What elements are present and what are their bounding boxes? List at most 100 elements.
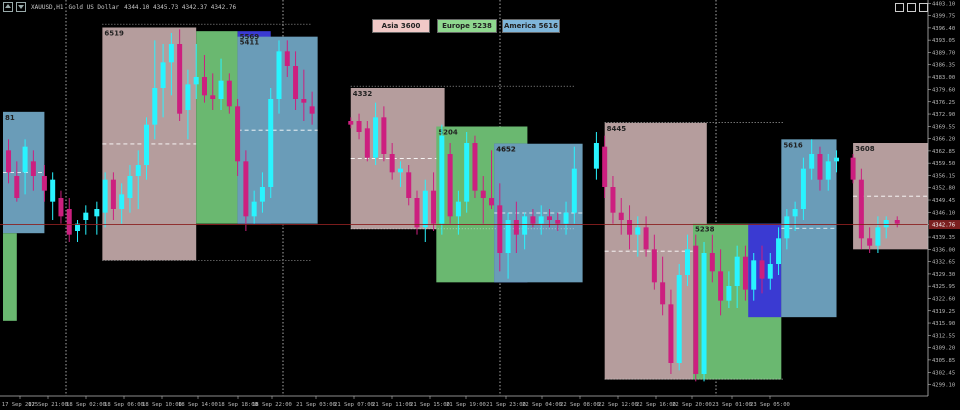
bull-candle [726, 286, 732, 301]
bear-candle [41, 176, 47, 191]
bull-candle [883, 220, 889, 228]
price-tick-label: 4315.90 [932, 321, 955, 327]
price-tick-label: 4305.85 [932, 358, 955, 364]
price-tick-label: 4393.05 [932, 38, 955, 44]
bull-candle [684, 249, 690, 275]
bear-candle [530, 216, 536, 224]
bull-candle [800, 168, 806, 209]
bear-candle [58, 198, 64, 217]
time-tick-label: 21 Sep 07:00 [334, 402, 374, 408]
america-session-button[interactable]: America 5616 [502, 19, 560, 33]
time-tick-label: 22 Sep 12:00 [598, 402, 638, 408]
time-tick-label: 18 Sep 22:00 [252, 402, 292, 408]
price-tick-label: 4346.10 [932, 210, 955, 216]
time-tick-label: 22 Sep 16:00 [636, 402, 676, 408]
price-tick-label: 4359.50 [932, 161, 955, 167]
bull-candle [825, 161, 831, 180]
price-tick-label: 4312.55 [932, 333, 955, 339]
bear-candle [489, 198, 495, 206]
price-tick-label: 4383.00 [932, 75, 955, 81]
price-tick-label: 4325.95 [932, 284, 955, 290]
bull-candle [127, 176, 133, 198]
bull-candle [218, 80, 224, 99]
time-tick-label: 23 Sep 05:00 [750, 402, 790, 408]
time-tick-label: 18 Sep 14:00 [178, 402, 218, 408]
minimize-icon[interactable] [895, 3, 904, 12]
bull-candle [809, 154, 815, 169]
price-tick-label: 4309.20 [932, 346, 955, 352]
bear-candle [817, 154, 823, 180]
bear-candle [610, 187, 616, 213]
current-price-label: 4342.76 [932, 223, 955, 229]
time-tick-label: 17 Sep 21:00 [28, 402, 68, 408]
bear-candle [6, 150, 12, 173]
bear-candle [718, 271, 724, 301]
scroll-down-icon[interactable] [16, 2, 26, 12]
time-tick-label: 18 Sep 02:00 [66, 402, 106, 408]
bull-candle [160, 62, 166, 88]
bear-candle [602, 146, 608, 187]
bull-candle [464, 143, 470, 202]
bear-candle [110, 179, 116, 209]
bear-candle [651, 249, 657, 283]
bear-candle [364, 128, 370, 158]
close-icon[interactable] [919, 3, 928, 12]
asia-session-button[interactable]: Asia 3600 [372, 19, 430, 33]
bull-candle [751, 260, 757, 290]
bull-candle [144, 124, 150, 165]
chart-header: XAUUSD,H1 Gold US Dollar 4344.10 4345.73… [0, 0, 236, 14]
bear-candle [497, 205, 503, 253]
bull-candle [792, 209, 798, 217]
bear-candle [226, 80, 232, 107]
bull-candle [635, 227, 641, 235]
america-range-label: 4652 [496, 146, 516, 154]
bear-candle [406, 172, 412, 198]
price-tick-label: 4352.80 [932, 186, 955, 192]
bear-candle [431, 190, 437, 224]
bull-candle [83, 212, 89, 220]
price-tick-label: 4302.45 [932, 370, 955, 376]
bull-candle [734, 256, 740, 286]
bull-candle [776, 238, 782, 264]
bear-candle [472, 143, 478, 191]
price-tick-label: 4389.70 [932, 50, 955, 56]
price-chart[interactable]: 816519 5569541143325204465246528445523856… [0, 0, 960, 410]
bear-candle [894, 220, 900, 224]
bull-candle [701, 253, 707, 374]
scroll-up-icon[interactable] [3, 2, 13, 12]
bull-candle [676, 275, 682, 363]
price-tick-label: 4399.75 [932, 14, 955, 20]
bear-candle [301, 99, 307, 103]
bear-candle [210, 95, 216, 99]
bull-candle [119, 194, 125, 209]
maximize-icon[interactable] [907, 3, 916, 12]
bull-candle [251, 201, 257, 217]
time-tick-label: 23 Sep 01:00 [712, 402, 752, 408]
price-tick-label: 4386.35 [932, 63, 955, 69]
time-tick-label: 18 Sep 10:00 [142, 402, 182, 408]
bear-candle [555, 220, 561, 224]
bull-candle [135, 165, 141, 176]
asia-range-label: 6519 [104, 30, 124, 38]
time-tick-label: 21 Sep 15:00 [410, 402, 450, 408]
time-tick-label: 21 Sep 19:00 [446, 402, 486, 408]
bull-candle [571, 168, 577, 213]
bull-candle [193, 77, 199, 85]
bull-candle [22, 146, 28, 173]
europe-session-button[interactable]: Europe 5238 [437, 19, 497, 33]
price-tick-label: 4332.65 [932, 260, 955, 266]
bull-candle [102, 179, 108, 213]
bear-candle [693, 245, 699, 374]
bear-candle [414, 198, 420, 228]
bear-candle [389, 154, 395, 173]
price-tick-label: 4322.60 [932, 296, 955, 302]
bear-candle [356, 121, 362, 132]
bear-candle [201, 77, 207, 96]
ohlc-readout: 4344.10 4345.73 4342.37 4342.76 [124, 3, 237, 11]
asia-range-label: 3608 [855, 145, 875, 153]
price-tick-label: 4329.30 [932, 272, 955, 278]
bear-candle [858, 179, 864, 239]
bear-candle [867, 238, 873, 246]
america-range-label: 5616 [783, 141, 803, 149]
bull-candle [94, 209, 100, 217]
